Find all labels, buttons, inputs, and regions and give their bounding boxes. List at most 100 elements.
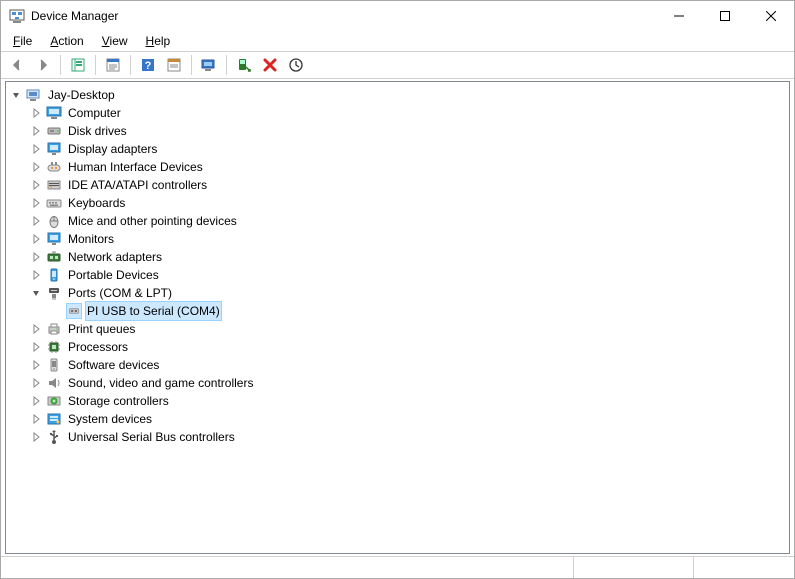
chevron-right-icon[interactable] [30, 323, 42, 335]
tree-category-node[interactable]: Disk drives [6, 122, 789, 140]
toolbar-separator [95, 55, 96, 75]
scan-hardware-button[interactable] [197, 54, 221, 76]
tree-category-node[interactable]: Display adapters [6, 140, 789, 158]
chevron-right-icon[interactable] [30, 179, 42, 191]
tree-category-node[interactable]: Storage controllers [6, 392, 789, 410]
enable-device-button[interactable] [232, 54, 256, 76]
tree-node-label: Processors [66, 338, 130, 356]
tree-node-label: Disk drives [66, 122, 129, 140]
tree-category-node[interactable]: IDE ATA/ATAPI controllers [6, 176, 789, 194]
options-button[interactable] [162, 54, 186, 76]
tree-node-label: Jay-Desktop [46, 86, 117, 104]
tree-category-node[interactable]: Mice and other pointing devices [6, 212, 789, 230]
toolbar-separator [130, 55, 131, 75]
chevron-down-icon[interactable] [10, 89, 22, 101]
tree-category-node[interactable]: Universal Serial Bus controllers [6, 428, 789, 446]
tree-category-node[interactable]: Human Interface Devices [6, 158, 789, 176]
menu-action[interactable]: Action [42, 32, 91, 50]
tree-node-label: System devices [66, 410, 154, 428]
chevron-right-icon[interactable] [30, 215, 42, 227]
tree-root-node[interactable]: Jay-Desktop [6, 86, 789, 104]
tree-node-label: Print queues [66, 320, 137, 338]
disk-icon [46, 123, 62, 139]
chevron-right-icon[interactable] [30, 161, 42, 173]
statusbar-pane-1 [1, 557, 574, 578]
tree-device-node[interactable]: PI USB to Serial (COM4) [6, 302, 789, 320]
toolbar-separator [226, 55, 227, 75]
tree-category-node[interactable]: Computer [6, 104, 789, 122]
tree-node-label: Storage controllers [66, 392, 171, 410]
chevron-right-icon[interactable] [30, 143, 42, 155]
toolbar-separator [60, 55, 61, 75]
chevron-right-icon[interactable] [30, 269, 42, 281]
menu-view-label-rest: iew [110, 34, 128, 48]
tree-node-label: Mice and other pointing devices [66, 212, 239, 230]
forward-button[interactable] [31, 54, 55, 76]
back-button[interactable] [5, 54, 29, 76]
show-hide-console-tree-button[interactable] [66, 54, 90, 76]
chevron-right-icon[interactable] [30, 125, 42, 137]
tree-category-node[interactable]: Software devices [6, 356, 789, 374]
tree-node-label: Display adapters [66, 140, 159, 158]
close-button[interactable] [748, 1, 794, 31]
minimize-button[interactable] [656, 1, 702, 31]
chevron-right-icon[interactable] [30, 359, 42, 371]
chevron-none [50, 305, 62, 317]
chevron-right-icon[interactable] [30, 395, 42, 407]
root-icon [26, 87, 42, 103]
tree-node-label: IDE ATA/ATAPI controllers [66, 176, 209, 194]
mouse-icon [46, 213, 62, 229]
chevron-right-icon[interactable] [30, 197, 42, 209]
menu-view[interactable]: View [94, 32, 136, 50]
tree-category-node[interactable]: System devices [6, 410, 789, 428]
tree-node-label: Portable Devices [66, 266, 161, 284]
device-tree[interactable]: Jay-DesktopComputerDisk drivesDisplay ad… [5, 81, 790, 554]
chevron-right-icon[interactable] [30, 107, 42, 119]
titlebar: Device Manager [1, 1, 794, 31]
menu-help-label-rest: elp [154, 34, 170, 48]
menu-help[interactable]: Help [138, 32, 179, 50]
tree-category-node[interactable]: Sound, video and game controllers [6, 374, 789, 392]
statusbar-pane-3 [694, 557, 794, 578]
uninstall-device-button[interactable] [258, 54, 282, 76]
sound-icon [46, 375, 62, 391]
network-icon [46, 249, 62, 265]
properties-button[interactable] [101, 54, 125, 76]
tree-category-node[interactable]: Ports (COM & LPT) [6, 284, 789, 302]
tree-category-node[interactable]: Monitors [6, 230, 789, 248]
chevron-right-icon[interactable] [30, 341, 42, 353]
menu-file-label-rest: ile [20, 34, 32, 48]
system-icon [46, 411, 62, 427]
port-icon [46, 285, 62, 301]
cpu-icon [46, 339, 62, 355]
help-button[interactable]: ? [136, 54, 160, 76]
menu-file[interactable]: File [5, 32, 40, 50]
port-device-icon [66, 303, 82, 319]
chevron-right-icon[interactable] [30, 377, 42, 389]
chevron-right-icon[interactable] [30, 251, 42, 263]
tree-category-node[interactable]: Processors [6, 338, 789, 356]
chevron-right-icon[interactable] [30, 233, 42, 245]
ide-icon [46, 177, 62, 193]
tree-node-label: Universal Serial Bus controllers [66, 428, 237, 446]
update-driver-button[interactable] [284, 54, 308, 76]
tree-category-node[interactable]: Keyboards [6, 194, 789, 212]
tree-node-label: Network adapters [66, 248, 164, 266]
monitor-icon [46, 231, 62, 247]
window-controls [656, 1, 794, 31]
svg-text:?: ? [145, 60, 152, 72]
printer-icon [46, 321, 62, 337]
tree-node-label: Sound, video and game controllers [66, 374, 255, 392]
software-icon [46, 357, 62, 373]
menubar: File Action View Help [1, 31, 794, 51]
tree-category-node[interactable]: Portable Devices [6, 266, 789, 284]
tree-category-node[interactable]: Print queues [6, 320, 789, 338]
chevron-down-icon[interactable] [30, 287, 42, 299]
chevron-right-icon[interactable] [30, 431, 42, 443]
tree-category-node[interactable]: Network adapters [6, 248, 789, 266]
chevron-right-icon[interactable] [30, 413, 42, 425]
usb-icon [46, 429, 62, 445]
menu-action-label-rest: ction [58, 34, 83, 48]
tree-node-label: Computer [66, 104, 123, 122]
maximize-button[interactable] [702, 1, 748, 31]
